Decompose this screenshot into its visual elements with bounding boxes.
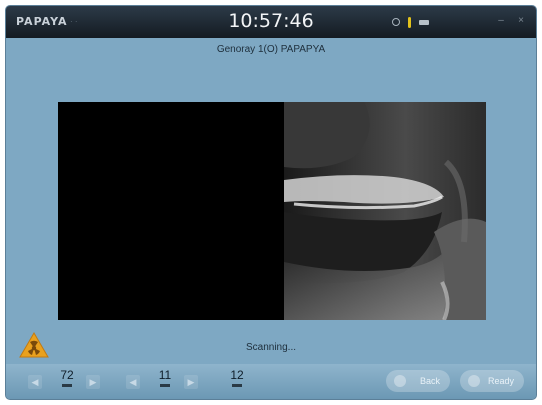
app-window: PAPAYA · · 10:57:46 – × Genoray 1(O) PAP… bbox=[6, 6, 536, 399]
ma-param: 11 bbox=[152, 368, 178, 387]
time-unit-mark bbox=[232, 384, 242, 387]
patient-info: Genoray 1(O) PAPAPYA bbox=[216, 44, 326, 55]
close-icon[interactable]: × bbox=[514, 14, 528, 28]
status-icons bbox=[392, 16, 429, 28]
back-button[interactable]: Back bbox=[386, 370, 450, 392]
ready-icon bbox=[468, 375, 480, 387]
kvp-increase-icon[interactable]: ▶ bbox=[86, 375, 100, 389]
status-circle-icon bbox=[392, 18, 400, 26]
ma-value: 11 bbox=[158, 368, 172, 382]
ma-decrease-icon[interactable]: ◀ bbox=[126, 375, 140, 389]
clock-display: 10:57:46 bbox=[228, 10, 314, 32]
ready-button[interactable]: Ready bbox=[460, 370, 524, 392]
ma-unit-mark bbox=[160, 384, 170, 387]
back-arrow-icon bbox=[394, 375, 406, 387]
kvp-value: 72 bbox=[60, 368, 74, 382]
ma-increase-icon[interactable]: ▶ bbox=[184, 375, 198, 389]
window-controls: – × bbox=[494, 14, 528, 28]
temperature-icon bbox=[408, 16, 411, 28]
bottom-toolbar: ◀ 72 ▶ ◀ 11 ▶ 12 Back Ready bbox=[6, 364, 536, 399]
kvp-decrease-icon[interactable]: ◀ bbox=[28, 375, 42, 389]
minimize-icon[interactable]: – bbox=[494, 14, 508, 28]
back-button-label: Back bbox=[419, 376, 440, 386]
scanning-status: Scanning... bbox=[245, 342, 297, 353]
xray-image bbox=[284, 102, 486, 320]
kvp-unit-mark bbox=[62, 384, 72, 387]
battery-icon bbox=[419, 19, 429, 25]
kvp-param: 72 bbox=[54, 368, 80, 387]
scan-preview bbox=[58, 102, 486, 320]
time-param: 12 bbox=[224, 368, 250, 387]
title-bar: PAPAYA · · 10:57:46 – × bbox=[6, 6, 536, 38]
time-value: 12 bbox=[230, 368, 244, 382]
ready-button-label: Ready bbox=[487, 376, 514, 386]
